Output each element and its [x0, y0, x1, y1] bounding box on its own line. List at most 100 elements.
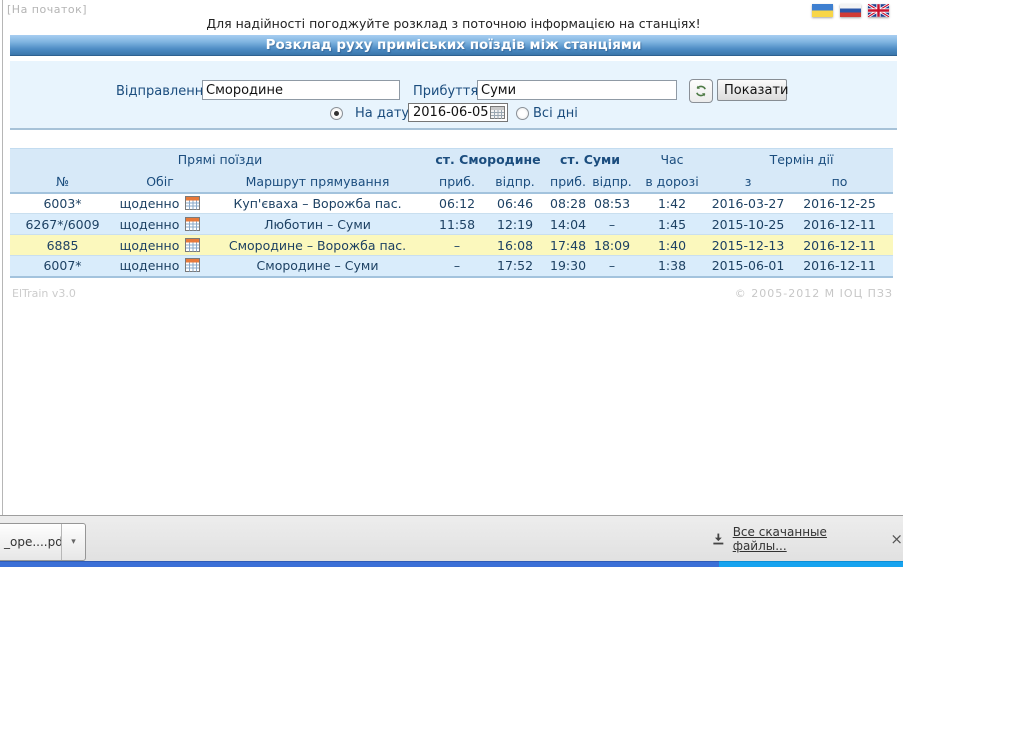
train-number-link[interactable]: 6267*/6009 [10, 214, 115, 235]
route-cell: Смородине – Суми [205, 256, 430, 277]
table-row: 6267*/6009 щоденно Люботин – Суми 11:58 … [10, 214, 893, 235]
downloaded-file-name: _ope....pdf [0, 535, 61, 549]
col-header-duration: в дорозі [634, 171, 710, 193]
valid-to-cell: 2016-12-11 [786, 256, 893, 277]
departure-input[interactable] [202, 80, 400, 100]
bottom-strip-left [0, 561, 719, 567]
table-group-header-row: Прямі поїзди ст. Смородине ст. Суми Час … [10, 149, 893, 171]
arr2-cell: 14:04 [546, 214, 590, 235]
group-header-validity: Термін дії [710, 149, 893, 171]
arrival-input[interactable] [477, 80, 677, 100]
schedule-table: Прямі поїзди ст. Смородине ст. Суми Час … [10, 148, 893, 278]
calendar-icon[interactable] [185, 217, 200, 231]
circulation-label: щоденно [120, 238, 180, 253]
circulation-cell: щоденно [115, 214, 205, 235]
valid-from-cell: 2016-03-27 [710, 193, 786, 214]
dep1-cell: 06:46 [484, 193, 546, 214]
route-cell: Смородине – Ворожба пас. [205, 235, 430, 256]
col-header-arr1: приб. [430, 171, 484, 193]
circulation-cell: щоденно [115, 193, 205, 214]
duration-cell: 1:40 [634, 235, 710, 256]
dep2-cell: – [590, 256, 634, 277]
dep2-cell: 18:09 [590, 235, 634, 256]
on-date-radio[interactable] [330, 107, 343, 120]
downloads-bar: _ope....pdf ▾ Все скачанные файлы... × [0, 515, 903, 561]
dep1-cell: 16:08 [484, 235, 546, 256]
valid-from-cell: 2015-10-25 [710, 214, 786, 235]
circulation-cell: щоденно [115, 256, 205, 277]
arr1-cell: 06:12 [430, 193, 484, 214]
arr1-cell: – [430, 256, 484, 277]
home-link[interactable]: [На початок] [7, 3, 87, 16]
valid-from-cell: 2015-06-01 [710, 256, 786, 277]
page-left-border [2, 0, 3, 515]
calendar-icon[interactable] [185, 258, 200, 272]
col-header-route: Маршрут прямування [205, 171, 430, 193]
valid-to-cell: 2016-12-25 [786, 193, 893, 214]
group-header-station-to: ст. Суми [546, 149, 634, 171]
dep1-cell: 17:52 [484, 256, 546, 277]
station-warning-text: Для надійності погоджуйте розклад з пото… [10, 16, 897, 31]
on-date-label: На дату [355, 106, 409, 121]
all-days-label: Всі дні [533, 106, 578, 121]
date-value: 2016-06-05 [413, 105, 489, 120]
arr1-cell: 11:58 [430, 214, 484, 235]
show-button[interactable]: Показати [717, 79, 787, 101]
circulation-cell: щоденно [115, 235, 205, 256]
route-cell: Куп'єваха – Ворожба пас. [205, 193, 430, 214]
copyright-label: © 2005-2012 М ІОЦ ПЗЗ [10, 287, 893, 300]
duration-cell: 1:42 [634, 193, 710, 214]
duration-cell: 1:38 [634, 256, 710, 277]
duration-cell: 1:45 [634, 214, 710, 235]
swap-stations-button[interactable] [689, 79, 713, 103]
arr2-cell: 17:48 [546, 235, 590, 256]
group-header-station-from: ст. Смородине [430, 149, 546, 171]
browser-page: [На початок] Для надійності погоджуйте р… [0, 0, 1024, 742]
calendar-icon[interactable] [185, 238, 200, 252]
all-days-radio[interactable] [516, 107, 529, 120]
train-number-link[interactable]: 6003* [10, 193, 115, 214]
circulation-label: щоденно [120, 258, 180, 273]
table-row: 6007* щоденно Смородине – Суми – 17:52 1… [10, 256, 893, 277]
departure-label: Відправлення: [116, 84, 215, 99]
col-header-valid-from: з [710, 171, 786, 193]
route-cell: Люботин – Суми [205, 214, 430, 235]
dep2-cell: 08:53 [590, 193, 634, 214]
arr1-cell: – [430, 235, 484, 256]
col-header-valid-to: по [786, 171, 893, 193]
col-header-dep2: відпр. [590, 171, 634, 193]
dep1-cell: 12:19 [484, 214, 546, 235]
arrival-label: Прибуття: [413, 84, 483, 99]
train-number-link[interactable]: 6007* [10, 256, 115, 277]
col-header-arr2: приб. [546, 171, 590, 193]
circulation-label: щоденно [120, 196, 180, 211]
col-header-circulation: Обіг [115, 171, 205, 193]
date-input[interactable]: 2016-06-05 [408, 103, 508, 122]
group-header-time: Час [634, 149, 710, 171]
circulation-label: щоденно [120, 217, 180, 232]
valid-to-cell: 2016-12-11 [786, 235, 893, 256]
col-header-number: № [10, 171, 115, 193]
downloaded-file-button[interactable]: _ope....pdf ▾ [0, 523, 86, 561]
group-header-direct-trains: Прямі поїзди [10, 149, 430, 171]
calendar-icon[interactable] [185, 196, 200, 210]
arr2-cell: 19:30 [546, 256, 590, 277]
train-number-link[interactable]: 6885 [10, 235, 115, 256]
close-icon[interactable]: × [890, 532, 903, 547]
bottom-strip-right [719, 561, 903, 567]
downloads-bar-right: Все скачанные файлы... × [712, 516, 903, 562]
download-icon [712, 532, 725, 546]
refresh-icon [694, 84, 708, 98]
page-title-bar: Розклад руху приміських поїздів між стан… [10, 35, 897, 56]
table-row-highlighted: 6885 щоденно Смородине – Ворожба пас. – … [10, 235, 893, 256]
table-column-header-row: № Обіг Маршрут прямування приб. відпр. п… [10, 171, 893, 193]
all-downloads-link[interactable]: Все скачанные файлы... [733, 525, 871, 553]
valid-to-cell: 2016-12-11 [786, 214, 893, 235]
arr2-cell: 08:28 [546, 193, 590, 214]
calendar-icon[interactable] [490, 106, 505, 119]
valid-from-cell: 2015-12-13 [710, 235, 786, 256]
page-title: Розклад руху приміських поїздів між стан… [10, 35, 897, 55]
chevron-down-icon[interactable]: ▾ [61, 524, 85, 560]
search-form-panel: Відправлення: Прибуття: Показати На дату… [10, 61, 897, 130]
col-header-dep1: відпр. [484, 171, 546, 193]
